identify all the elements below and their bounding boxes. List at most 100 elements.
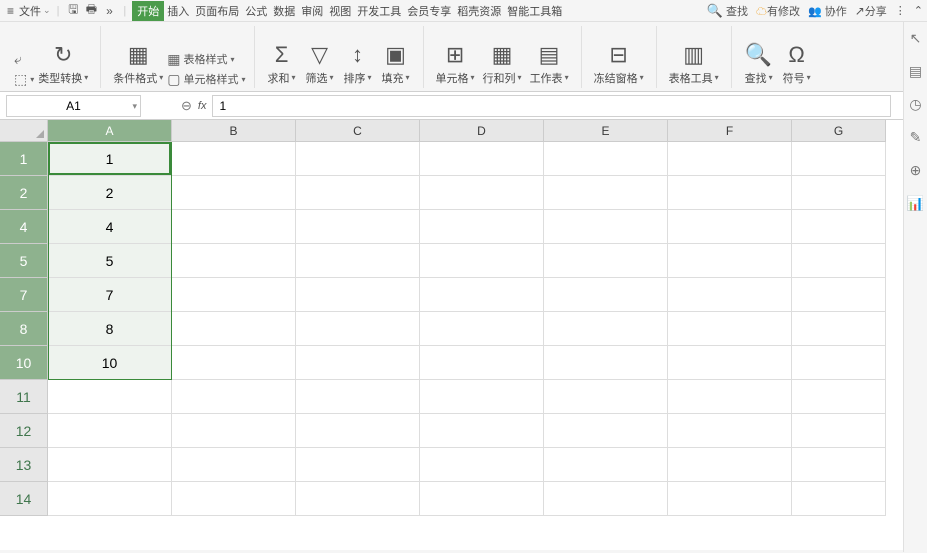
row-header-8[interactable]: 8 <box>0 312 48 346</box>
cell-C12[interactable] <box>296 414 420 448</box>
cell-C10[interactable] <box>296 346 420 380</box>
cell-D11[interactable] <box>420 380 544 414</box>
tab-审阅[interactable]: 审阅 <box>298 1 326 21</box>
globe-icon[interactable]: ⊕ <box>910 162 922 179</box>
row-header-14[interactable]: 14 <box>0 482 48 516</box>
cell-B7[interactable] <box>172 278 296 312</box>
cell-G14[interactable] <box>792 482 886 516</box>
cell-A2[interactable]: 2 <box>48 176 172 210</box>
kebab-icon[interactable]: ⋮ <box>895 4 906 17</box>
find-button[interactable]: 🔍查找▾ <box>740 28 778 88</box>
col-header-C[interactable]: C <box>296 120 420 142</box>
cell-C8[interactable] <box>296 312 420 346</box>
cell-F13[interactable] <box>668 448 792 482</box>
row-header-12[interactable]: 12 <box>0 414 48 448</box>
cell-A8[interactable]: 8 <box>48 312 172 346</box>
tab-公式[interactable]: 公式 <box>242 1 270 21</box>
tab-会员专享[interactable]: 会员专享 <box>404 1 454 21</box>
cell-E13[interactable] <box>544 448 668 482</box>
cell-E7[interactable] <box>544 278 668 312</box>
cell-G5[interactable] <box>792 244 886 278</box>
cell-C1[interactable] <box>296 142 420 176</box>
cell-G7[interactable] <box>792 278 886 312</box>
history-icon[interactable]: ◷ <box>909 96 921 113</box>
cell-A12[interactable] <box>48 414 172 448</box>
cell-G2[interactable] <box>792 176 886 210</box>
style-icon[interactable]: ✎ <box>910 129 922 146</box>
select-all-corner[interactable] <box>0 120 48 142</box>
tab-数据[interactable]: 数据 <box>270 1 298 21</box>
cell-C2[interactable] <box>296 176 420 210</box>
tab-页面布局[interactable]: 页面布局 <box>192 1 242 21</box>
cell-A4[interactable]: 4 <box>48 210 172 244</box>
cell-B4[interactable] <box>172 210 296 244</box>
cell-F2[interactable] <box>668 176 792 210</box>
tab-开发工具[interactable]: 开发工具 <box>354 1 404 21</box>
cell-G13[interactable] <box>792 448 886 482</box>
filter-button[interactable]: ▽筛选▾ <box>301 28 339 88</box>
col-header-G[interactable]: G <box>792 120 886 142</box>
tab-开始[interactable]: 开始 <box>132 1 164 21</box>
cell-E14[interactable] <box>544 482 668 516</box>
collab-button[interactable]: 👥 协作 <box>808 3 847 19</box>
cell-F11[interactable] <box>668 380 792 414</box>
cell-F5[interactable] <box>668 244 792 278</box>
cell-D4[interactable] <box>420 210 544 244</box>
cell-B14[interactable] <box>172 482 296 516</box>
cell-B1[interactable] <box>172 142 296 176</box>
cell-E8[interactable] <box>544 312 668 346</box>
cell-B8[interactable] <box>172 312 296 346</box>
row-header-7[interactable]: 7 <box>0 278 48 312</box>
symbol-button[interactable]: Ω符号▾ <box>778 28 816 88</box>
row-header-5[interactable]: 5 <box>0 244 48 278</box>
col-header-D[interactable]: D <box>420 120 544 142</box>
cell-B5[interactable] <box>172 244 296 278</box>
chevron-down-icon[interactable]: ⌄ <box>43 5 51 16</box>
cell-F8[interactable] <box>668 312 792 346</box>
cell-E5[interactable] <box>544 244 668 278</box>
col-header-B[interactable]: B <box>172 120 296 142</box>
cell-D1[interactable] <box>420 142 544 176</box>
col-header-A[interactable]: A <box>48 120 172 142</box>
cell-G12[interactable] <box>792 414 886 448</box>
cell-D12[interactable] <box>420 414 544 448</box>
fx-label[interactable]: fx <box>198 100 207 112</box>
cell-B2[interactable] <box>172 176 296 210</box>
row-header-13[interactable]: 13 <box>0 448 48 482</box>
cell-button[interactable]: ⊞单元格▾ <box>432 28 479 88</box>
fill-button[interactable]: ▣填充▾ <box>377 28 415 88</box>
cell-D8[interactable] <box>420 312 544 346</box>
type-convert-button[interactable]: ↻ 类型转换▾ <box>34 28 92 88</box>
more-icon[interactable]: » <box>101 3 117 19</box>
cursor-icon[interactable]: ↖ <box>910 30 922 47</box>
cell-E10[interactable] <box>544 346 668 380</box>
cell-B12[interactable] <box>172 414 296 448</box>
share-button[interactable]: ↗分享 <box>855 3 887 19</box>
outdent-btn[interactable]: ⬚▾ <box>14 71 34 88</box>
tab-稻壳资源[interactable]: 稻壳资源 <box>454 1 504 21</box>
cell-A5[interactable]: 5 <box>48 244 172 278</box>
freeze-button[interactable]: ⊟冻结窗格▾ <box>590 28 648 88</box>
cell-G10[interactable] <box>792 346 886 380</box>
cell-G8[interactable] <box>792 312 886 346</box>
cond-format-button[interactable]: ▦ 条件格式▾ <box>109 28 167 88</box>
indent-btn[interactable]: ⤶ <box>14 51 34 68</box>
cell-C11[interactable] <box>296 380 420 414</box>
cell-B13[interactable] <box>172 448 296 482</box>
row-header-10[interactable]: 10 <box>0 346 48 380</box>
chart-icon[interactable]: 📊 <box>907 195 924 212</box>
cell-A1[interactable]: 1 <box>48 142 172 176</box>
rowcol-button[interactable]: ▦行和列▾ <box>479 28 526 88</box>
cell-C13[interactable] <box>296 448 420 482</box>
sum-button[interactable]: Σ求和▾ <box>263 28 301 88</box>
print-icon[interactable]: 🖶 <box>83 3 99 19</box>
cell-F7[interactable] <box>668 278 792 312</box>
cell-F14[interactable] <box>668 482 792 516</box>
row-header-4[interactable]: 4 <box>0 210 48 244</box>
caret-up-icon[interactable]: ⌃ <box>914 4 923 17</box>
search-button[interactable]: 🔍 查找 <box>707 3 748 19</box>
zoom-minus-icon[interactable]: ⊖ <box>181 98 192 114</box>
chevron-down-icon[interactable]: ▾ <box>132 101 137 112</box>
cell-E11[interactable] <box>544 380 668 414</box>
name-box[interactable]: A1▾ <box>6 95 141 117</box>
